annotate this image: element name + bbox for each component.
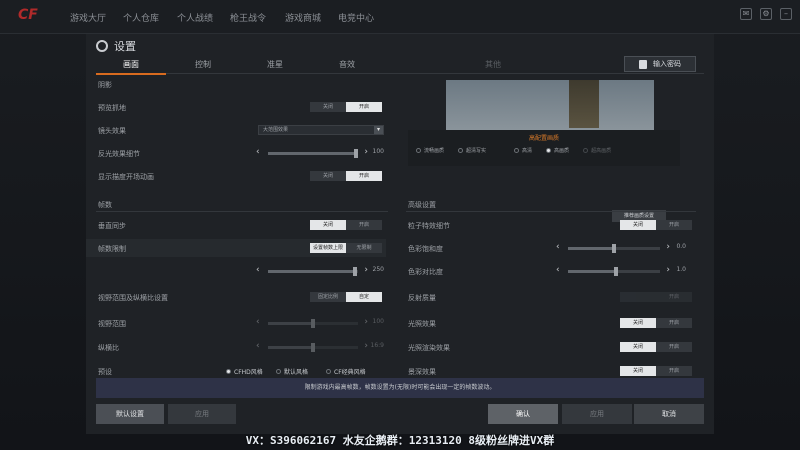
quality-ultra-real[interactable]: 超清写实 — [458, 147, 486, 154]
row-frame-value: ‹ › 250 — [86, 262, 386, 280]
row-frame-limit: 帧数限制 设置帧数上限 无限制 — [86, 239, 386, 257]
toggle-intro-animation[interactable]: 关闭 开启 — [310, 171, 382, 181]
section-frames: 帧数 — [98, 201, 112, 209]
default-settings-button[interactable]: 默认设置 — [96, 404, 164, 424]
section-advanced: 高级设置 — [408, 201, 436, 209]
chevron-down-icon: ▾ — [374, 126, 383, 134]
aspect-slider[interactable]: ‹ › 16:9 — [256, 341, 384, 352]
toggle-particle-detail[interactable]: 关闭 开启 — [620, 220, 692, 230]
row-saturation: 色彩饱和度 ‹ › 0.0 — [408, 242, 686, 253]
radio-cfhd[interactable]: CFHD风格 — [226, 367, 263, 376]
soldier-figure — [569, 80, 599, 128]
row-fov-aspect: 视野范围及纵横比设置 固定比例 自定 — [86, 288, 386, 306]
row-vsync: 垂直同步 关闭 开启 — [86, 216, 386, 234]
arrow-right-icon[interactable]: › — [364, 341, 368, 351]
nav-lobby[interactable]: 游戏大厅 — [70, 11, 106, 24]
tab-controls[interactable]: 控制 — [168, 59, 238, 70]
minimize-icon[interactable]: – — [780, 8, 792, 20]
row-lens-effect: 镜头效果 大范围效果 ▾ — [86, 121, 386, 139]
arrow-right-icon[interactable]: › — [364, 265, 368, 275]
nav-battlepass[interactable]: 枪王战令 — [230, 11, 266, 24]
confirm-button[interactable]: 确认 — [488, 404, 558, 424]
quality-high[interactable]: 高画质 — [546, 147, 569, 154]
row-particle-detail: 粒子特效细节 关闭 开启 — [396, 216, 696, 234]
lock-icon — [639, 59, 647, 69]
quality-hd[interactable]: 高清 — [514, 147, 532, 154]
preview-image — [446, 80, 654, 130]
top-nav: CF 游戏大厅 个人仓库 个人战绩 枪王战令 游戏商城 电竞中心 ✉ ⚙ – — [0, 0, 800, 34]
tab-graphics[interactable]: 画面 — [96, 59, 166, 75]
settings-tabs: 画面 控制 准星 音效 其他 — [96, 56, 704, 75]
settings-panel: 设置 画面 控制 准星 音效 其他 输入密码 阴影 预览抓地 关闭 开启 镜头效果… — [86, 34, 714, 434]
apply-button[interactable]: 应用 — [562, 404, 632, 424]
row-reflection-quality: 反射质量 开启 — [396, 288, 696, 306]
frame-limit-slider[interactable]: ‹ › 250 — [256, 265, 384, 276]
toggle-vsync[interactable]: 关闭 开启 — [310, 220, 382, 230]
arrow-right-icon[interactable]: › — [666, 265, 670, 275]
nav-warehouse[interactable]: 个人仓库 — [123, 11, 159, 24]
row-fov: 视野范围 ‹ › 100 — [98, 317, 384, 328]
toggle-depth-of-field[interactable]: 关闭 开启 — [620, 366, 692, 376]
arrow-right-icon[interactable]: › — [364, 317, 368, 327]
arrow-right-icon[interactable]: › — [666, 242, 670, 252]
gear-icon[interactable]: ⚙ — [760, 8, 772, 20]
contrast-slider[interactable]: ‹ › 1.0 — [556, 265, 686, 276]
overlay-banner: VX：S396062167 水友企鹅群：12313120 8级粉丝牌进VX群 — [245, 434, 555, 447]
row-reflection-detail: 反光效果细节 ‹ › 100 — [98, 147, 384, 158]
hint-bar: 限制游戏内最高帧数，帧数设置为(无限)时可能会出现一定的帧数波动。 — [96, 378, 704, 398]
quality-ultra[interactable]: 超高画质 — [583, 147, 611, 154]
quality-box: 高配置画质 流畅画质 超清写实 高清 高画质 超高画质 — [408, 130, 680, 166]
row-lighting-render: 光照渲染效果 关闭 开启 — [396, 338, 696, 356]
toggle-preview-grip[interactable]: 关闭 开启 — [310, 102, 382, 112]
tab-other[interactable]: 其他 — [458, 59, 528, 70]
toggle-lighting-render[interactable]: 关闭 开启 — [620, 342, 692, 352]
fov-slider[interactable]: ‹ › 100 — [256, 317, 384, 328]
divider — [406, 211, 696, 212]
arrow-left-icon[interactable]: ‹ — [256, 265, 260, 275]
row-preview-grip: 预览抓地 关闭 开启 — [86, 98, 386, 116]
toggle-lighting[interactable]: 关闭 开启 — [620, 318, 692, 328]
arrow-left-icon[interactable]: ‹ — [556, 265, 560, 275]
radio-default-style[interactable]: 默认风格 — [276, 367, 308, 376]
mail-icon[interactable]: ✉ — [740, 8, 752, 20]
row-aspect: 纵横比 ‹ › 16:9 — [98, 341, 384, 352]
arrow-left-icon[interactable]: ‹ — [256, 317, 260, 327]
cancel-button[interactable]: 取消 — [634, 404, 704, 424]
saturation-slider[interactable]: ‹ › 0.0 — [556, 242, 686, 253]
input-code-button[interactable]: 输入密码 — [624, 56, 696, 72]
game-logo: CF — [18, 7, 38, 23]
toggle-fov-aspect[interactable]: 固定比例 自定 — [310, 292, 382, 302]
quality-smooth[interactable]: 流畅画质 — [416, 147, 444, 154]
nav-shop[interactable]: 游戏商城 — [285, 11, 321, 24]
arrow-right-icon[interactable]: › — [364, 147, 368, 157]
row-shadow: 阴影 — [98, 81, 112, 89]
lens-effect-dropdown[interactable]: 大范围效果 ▾ — [258, 125, 384, 135]
toggle-frame-limit[interactable]: 设置帧数上限 无限制 — [310, 243, 382, 253]
radio-classic[interactable]: CF经典风格 — [326, 367, 366, 376]
divider — [96, 211, 388, 212]
reflection-detail-slider[interactable]: ‹ › 100 — [256, 147, 384, 158]
arrow-left-icon[interactable]: ‹ — [256, 341, 260, 351]
nav-esports[interactable]: 电竞中心 — [338, 11, 374, 24]
tab-sound[interactable]: 音效 — [312, 59, 382, 70]
row-lighting: 光照效果 关闭 开启 — [396, 314, 696, 332]
apply-left-button[interactable]: 应用 — [168, 404, 236, 424]
arrow-left-icon[interactable]: ‹ — [556, 242, 560, 252]
settings-gear-icon — [96, 40, 108, 52]
row-intro-animation: 显示描度开场动画 关闭 开启 — [86, 167, 386, 185]
toggle-reflection-quality[interactable]: 开启 — [620, 292, 692, 302]
tab-crosshair[interactable]: 准星 — [240, 59, 310, 70]
row-contrast: 色彩对比度 ‹ › 1.0 — [408, 265, 686, 276]
arrow-left-icon[interactable]: ‹ — [256, 147, 260, 157]
settings-title: 设置 — [96, 38, 136, 54]
screen: CF 游戏大厅 个人仓库 个人战绩 枪王战令 游戏商城 电竞中心 ✉ ⚙ – 设… — [0, 0, 800, 450]
nav-record[interactable]: 个人战绩 — [177, 11, 213, 24]
